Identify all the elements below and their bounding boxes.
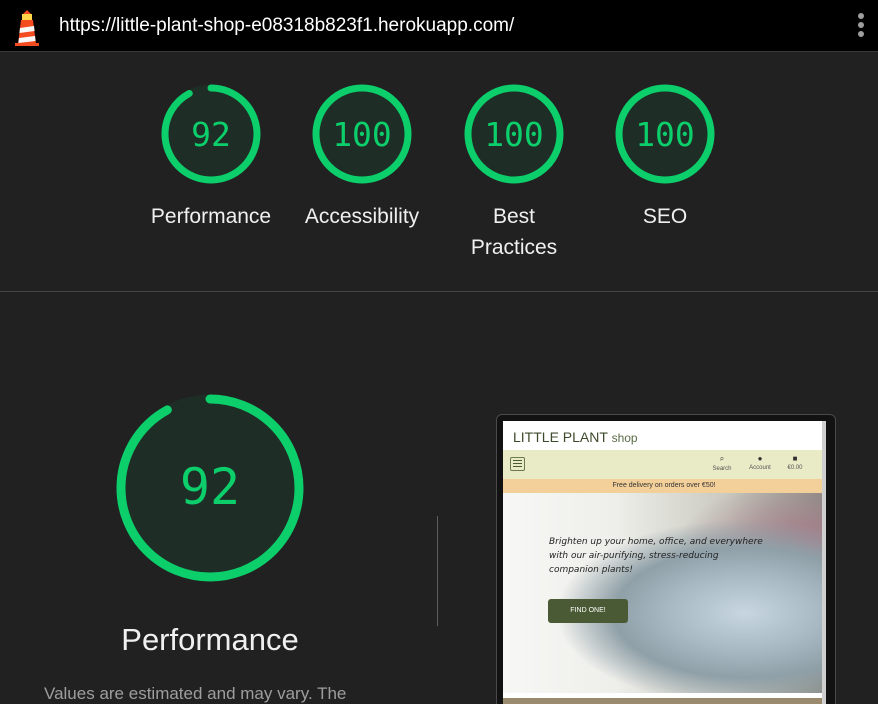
gauge-ring: 100 xyxy=(464,84,564,184)
site-nav: ⌕ Search ● Account ■ €0.00 xyxy=(503,450,825,479)
gauge-ring: 92 xyxy=(161,84,261,184)
search-icon: ⌕ xyxy=(719,454,725,463)
performance-gauge-large: 92 xyxy=(116,394,304,582)
gauge-accessibility[interactable]: 100 Accessibility xyxy=(287,82,437,232)
gauge-score: 100 xyxy=(635,115,695,154)
delivery-banner: Free delivery on orders over €50! xyxy=(503,479,825,493)
final-screenshot[interactable]: LITTLE PLANT shop ⌕ Search ● Account ■ €0.0… xyxy=(503,421,825,704)
gauge-ring: 100 xyxy=(312,84,412,184)
gauge-performance[interactable]: 92 Performance xyxy=(136,82,286,232)
divider xyxy=(437,516,438,626)
user-icon: ● xyxy=(757,454,763,463)
performance-score: 92 xyxy=(180,458,240,516)
product-card-peek xyxy=(503,696,825,704)
find-one-button: FIND ONE! xyxy=(548,599,628,623)
gauge-score: 100 xyxy=(332,115,392,154)
nav-account: ● Account xyxy=(745,454,775,471)
gauge-score: 92 xyxy=(191,115,231,154)
gauge-ring: 100 xyxy=(615,84,715,184)
gauge-label: Accessibility xyxy=(304,205,420,228)
screenshot-scrollbar xyxy=(822,421,826,704)
performance-description: Values are estimated and may vary. The xyxy=(44,684,347,703)
site-brand: LITTLE PLANT shop xyxy=(513,429,638,445)
url-bar: https://little-plant-shop-e08318b823f1.h… xyxy=(0,0,878,52)
hamburger-menu-icon xyxy=(510,457,525,471)
hero-text: Brighten up your home, office, and every… xyxy=(549,537,763,575)
gauge-score: 100 xyxy=(484,115,544,154)
score-gauges: 92 Performance 100 Accessibility 100 Bes… xyxy=(0,52,878,292)
gauge-best-practices[interactable]: 100 Best Practices xyxy=(439,82,589,263)
gauge-label: Best Practices xyxy=(470,205,558,259)
page-url[interactable]: https://little-plant-shop-e08318b823f1.h… xyxy=(59,15,514,37)
nav-bag: ■ €0.00 xyxy=(780,454,810,471)
lighthouse-icon xyxy=(15,10,39,46)
kebab-menu-icon[interactable] xyxy=(852,12,870,42)
performance-title: Performance xyxy=(121,622,299,657)
hero-image: Brighten up your home, office, and every… xyxy=(503,493,825,693)
nav-search: ⌕ Search xyxy=(707,454,737,472)
gauge-seo[interactable]: 100 SEO xyxy=(590,82,740,232)
bag-icon: ■ xyxy=(792,454,798,463)
gauge-label: SEO xyxy=(642,205,688,228)
gauge-label: Performance xyxy=(150,205,272,228)
